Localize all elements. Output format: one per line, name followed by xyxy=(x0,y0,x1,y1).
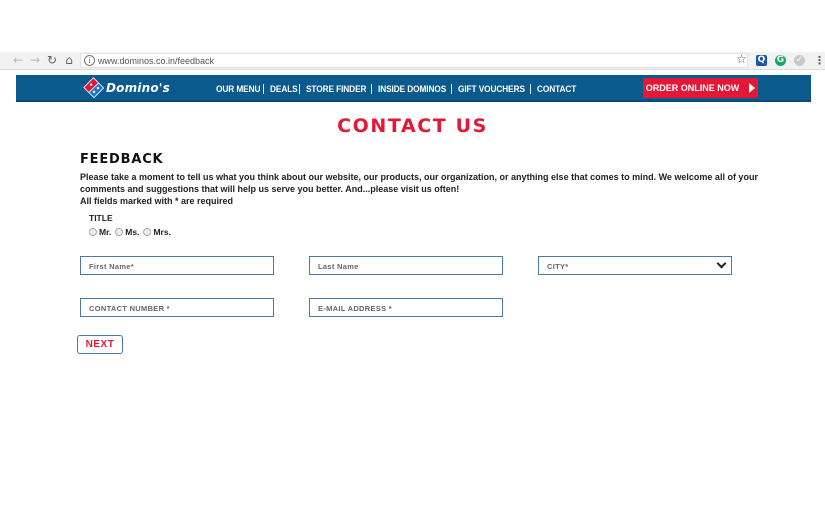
radio-ms[interactable] xyxy=(115,228,124,236)
contact-number-field[interactable]: CONTACT NUMBER * xyxy=(80,298,274,317)
dominos-tile-icon xyxy=(83,77,105,99)
address-bar[interactable]: i www.dominos.co.in/feedback xyxy=(80,53,748,68)
radio-label-mrs[interactable]: Mrs. xyxy=(153,227,170,237)
nav-store-finder[interactable]: STORE FINDER xyxy=(306,84,366,94)
page: ← → ↻ ⌂ i www.dominos.co.in/feedback ☆ Q… xyxy=(0,0,825,525)
first-name-field[interactable]: First Name* xyxy=(80,256,274,275)
nav-divider xyxy=(263,84,265,94)
nav-deals[interactable]: DEALS xyxy=(270,84,298,94)
nav-divider xyxy=(529,84,531,94)
required-note: All fields marked with * are required xyxy=(80,196,234,206)
site-info-icon[interactable]: i xyxy=(84,55,95,66)
chevron-down-icon xyxy=(716,258,727,269)
main-nav: OUR MENU DEALS STORE FINDER INSIDE DOMIN… xyxy=(216,84,579,94)
bookmark-star-icon[interactable]: ☆ xyxy=(736,53,747,65)
logo-text: Domino's xyxy=(106,81,171,95)
nav-divider xyxy=(370,84,372,94)
radio-mrs[interactable] xyxy=(143,228,152,236)
radio-label-ms[interactable]: Ms. xyxy=(125,227,139,237)
email-placeholder: E-MAIL ADDRESS * xyxy=(318,304,392,313)
forward-icon[interactable]: → xyxy=(29,54,41,67)
site-header: Domino's OUR MENU DEALS STORE FINDER INS… xyxy=(16,75,811,102)
nav-contact[interactable]: CONTACT xyxy=(537,84,576,94)
email-field[interactable]: E-MAIL ADDRESS * xyxy=(309,298,503,317)
city-placeholder: CITY* xyxy=(547,262,569,271)
order-online-label: ORDER ONLINE NOW xyxy=(645,83,740,93)
nav-divider xyxy=(450,84,452,94)
page-title: CONTACT US xyxy=(337,115,488,137)
city-select[interactable]: CITY* xyxy=(538,256,732,275)
play-arrow-icon xyxy=(749,83,756,93)
first-name-placeholder: First Name* xyxy=(89,262,134,271)
browser-menu-icon[interactable]: ⋮ xyxy=(814,55,825,66)
nav-inside-dominos[interactable]: INSIDE DOMINOS xyxy=(378,84,446,94)
nav-gift-vouchers[interactable]: GIFT VOUCHERS xyxy=(458,84,525,94)
title-radio-group: Mr. Ms. Mrs. xyxy=(89,227,175,237)
next-button[interactable]: NEXT xyxy=(77,335,123,354)
dominos-logo[interactable]: Domino's xyxy=(83,77,171,99)
url-text[interactable]: www.dominos.co.in/feedback xyxy=(98,55,214,67)
nav-our-menu[interactable]: OUR MENU xyxy=(216,84,260,94)
title-label: TITLE xyxy=(89,213,113,223)
radio-label-mr[interactable]: Mr. xyxy=(99,227,111,237)
reload-icon[interactable]: ↻ xyxy=(46,54,58,67)
section-title: FEEDBACK xyxy=(80,152,164,167)
last-name-placeholder: Last Name xyxy=(318,262,359,271)
nav-divider xyxy=(299,84,301,94)
intro-text: Please take a moment to tell us what you… xyxy=(80,172,758,194)
contact-number-placeholder: CONTACT NUMBER * xyxy=(89,304,170,313)
extension-q-icon[interactable]: Q xyxy=(756,55,767,66)
browser-toolbar: ← → ↻ ⌂ i www.dominos.co.in/feedback ☆ Q… xyxy=(0,52,825,70)
radio-mr[interactable] xyxy=(89,228,97,236)
order-online-button[interactable]: ORDER ONLINE NOW xyxy=(643,78,758,98)
home-icon[interactable]: ⌂ xyxy=(63,54,75,67)
last-name-field[interactable]: Last Name xyxy=(309,256,503,275)
extension-check-icon[interactable]: ✓ xyxy=(794,55,805,66)
back-icon[interactable]: ← xyxy=(12,54,24,67)
grammarly-icon[interactable]: G xyxy=(775,55,786,66)
